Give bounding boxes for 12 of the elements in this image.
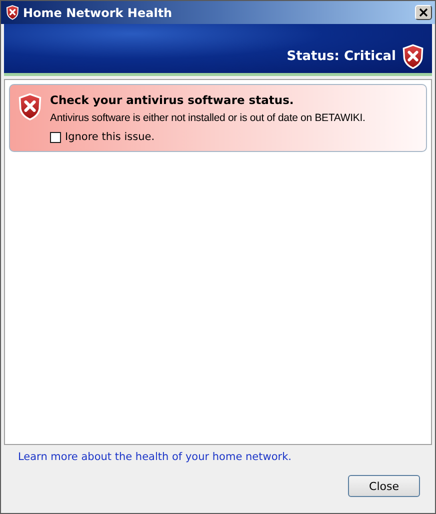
status-icon	[402, 44, 424, 70]
ignore-checkbox[interactable]	[50, 132, 61, 142]
issue-description: Antivirus software is either not installed or is out of date on BETAWIKI.	[50, 112, 366, 124]
error-icon	[18, 93, 42, 121]
status-label: Status: Critical	[286, 49, 396, 64]
app-icon	[6, 5, 19, 20]
ignore-label: Ignore this issue.	[65, 131, 155, 143]
close-icon[interactable]	[415, 5, 432, 20]
window-title: Home Network Health	[23, 6, 174, 20]
close-button[interactable]: Close	[348, 475, 420, 497]
learn-more-link[interactable]: Learn more about the health of your home network.	[18, 451, 292, 463]
issue-title: Check your antivirus software status.	[50, 93, 295, 107]
